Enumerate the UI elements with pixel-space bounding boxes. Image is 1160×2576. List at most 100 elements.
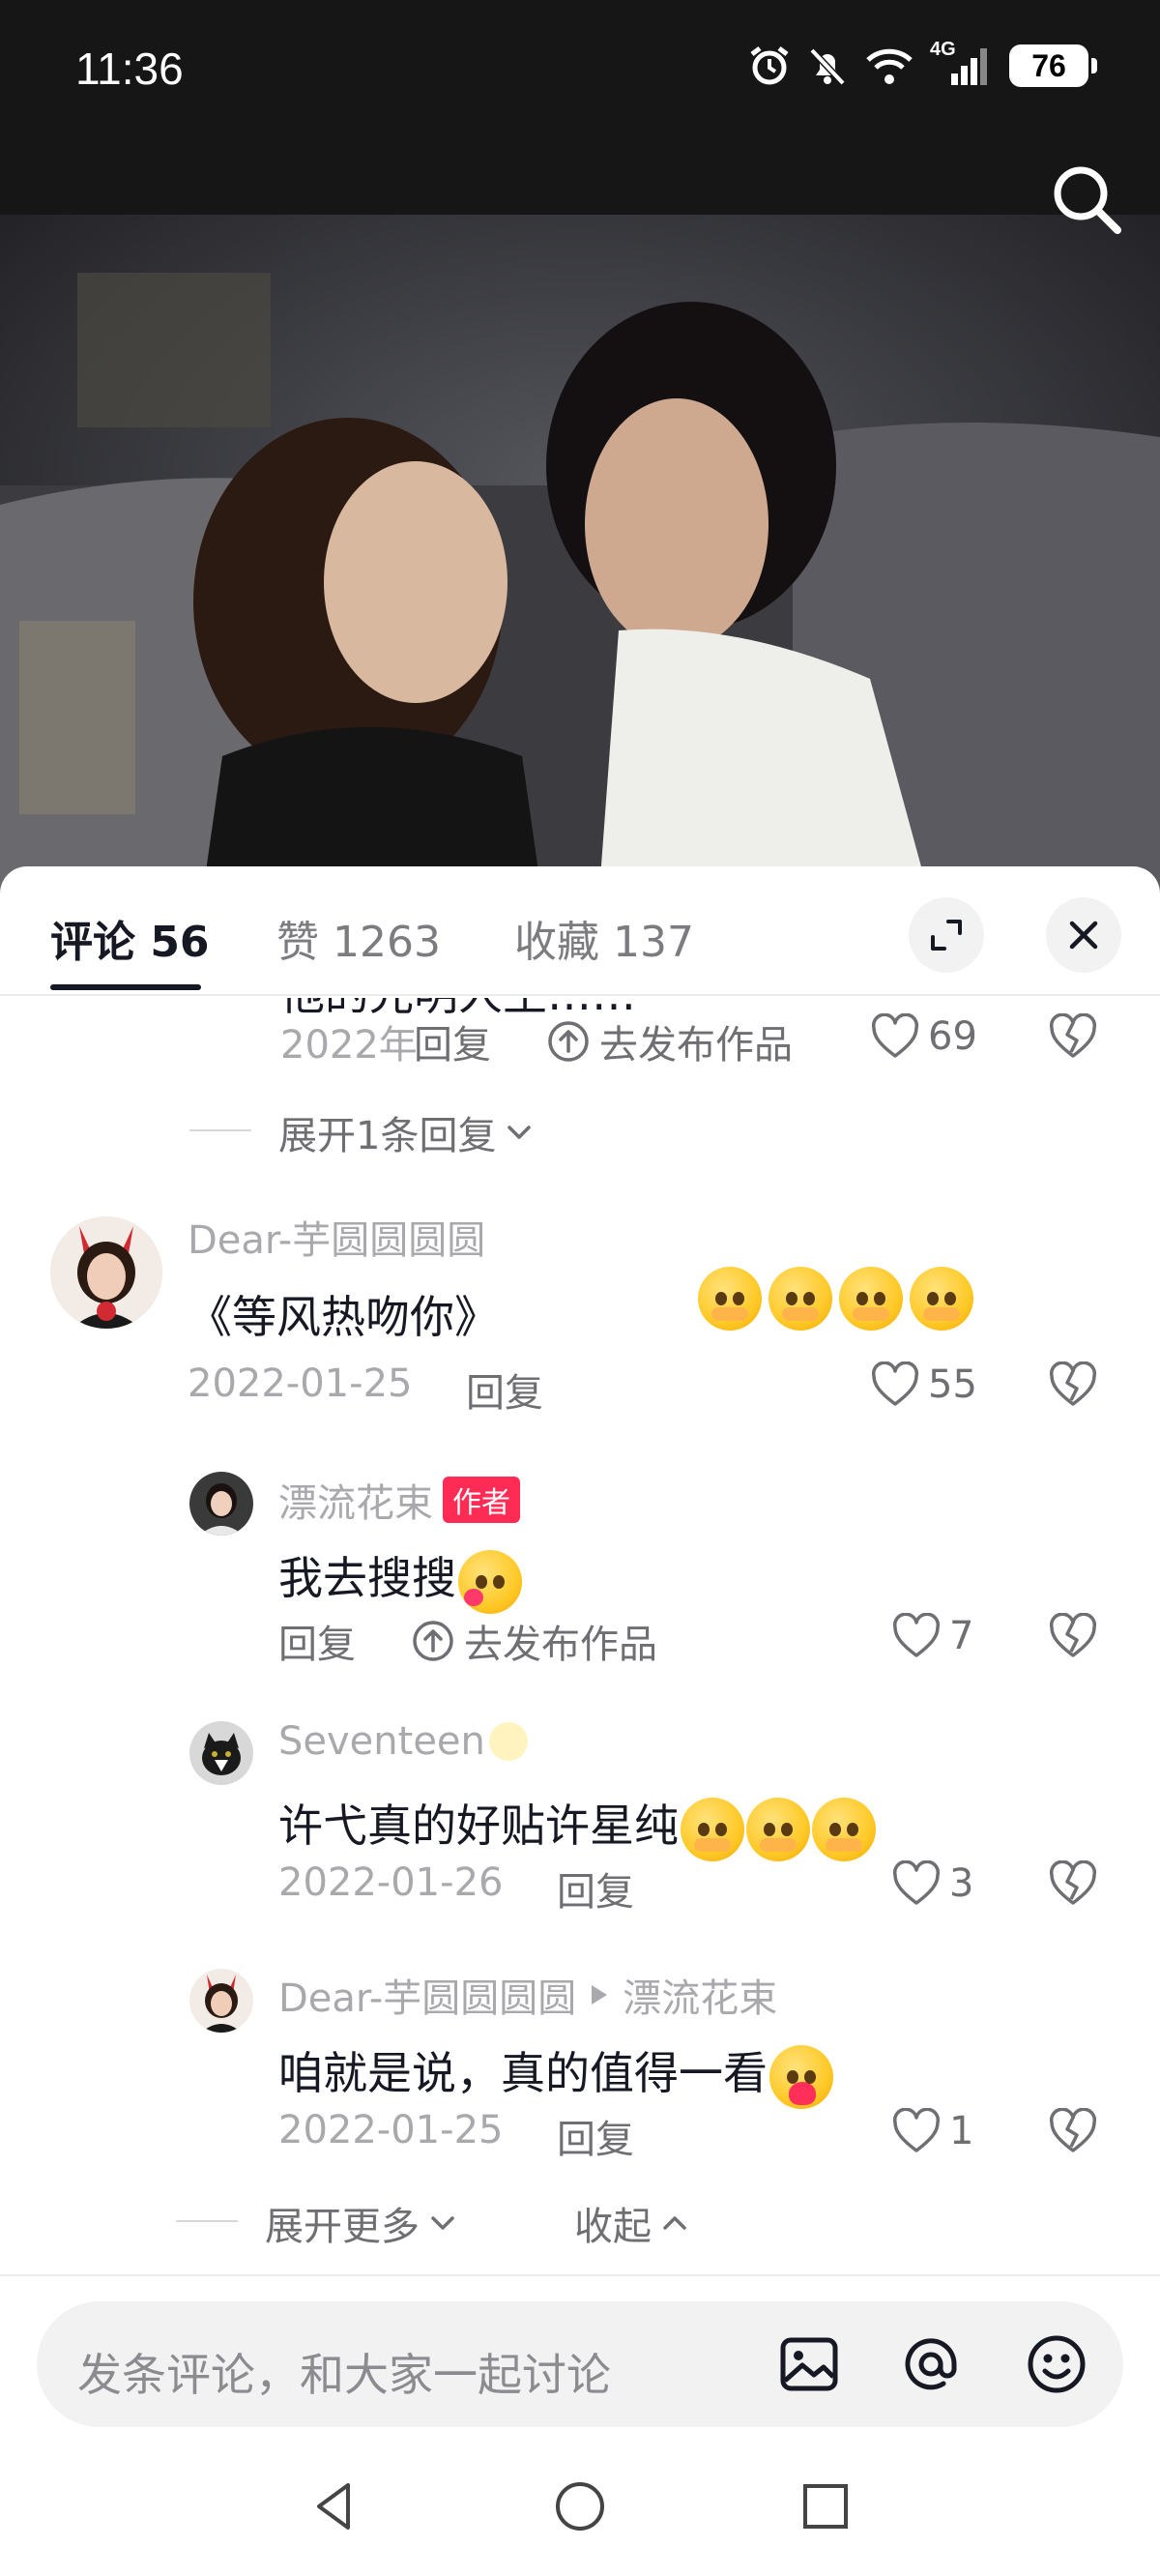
comment-input[interactable]: 发条评论，和大家一起讨论 [37,2301,1123,2427]
status-time: 11:36 [75,44,184,94]
system-nav-bar [0,2437,1160,2576]
expand-replies-label: 展开1条回复 [278,1114,497,1158]
reply-text: 许弋真的好贴许星纯 [278,1791,876,1861]
thread-line [189,1129,251,1131]
like-button[interactable]: 69 [870,1013,977,1060]
home-icon[interactable] [551,2477,609,2535]
reply-text: 咱就是说，真的值得一看 [278,2038,833,2109]
expand-icon [931,920,962,951]
publish-work-button[interactable]: 去发布作品 [547,1013,793,1069]
reply-text-content: 许弋真的好贴许星纯 [278,1800,679,1852]
status-bar: 11:36 4G 76 [0,0,1160,215]
like-count: 69 [928,1014,977,1059]
like-button[interactable]: 7 [891,1613,973,1659]
tab-comments[interactable]: 评论 56 [50,907,210,969]
like-button[interactable]: 55 [870,1361,977,1408]
crying-emoji-group [696,1267,974,1331]
reply-button[interactable]: 回复 [278,1613,356,1669]
close-button[interactable] [1046,897,1121,973]
collapse-button[interactable]: 收起 [574,2195,690,2251]
mention-button[interactable] [897,2330,965,2398]
dislike-icon[interactable] [1048,1860,1098,1907]
mute-bell-icon [809,47,846,86]
avatar[interactable] [189,1721,253,1785]
battery-indicator: 76 [1009,44,1097,87]
thread-line [176,2220,238,2222]
chevron-down-icon [431,2216,454,2230]
comment-text: 《等风热吻你》 [188,1291,499,1343]
comment-date: 2022-01-25 [188,1361,413,1406]
reply-username[interactable]: 漂流花束 作者 [278,1472,520,1528]
pleading-face-emoji [681,1797,744,1861]
back-icon[interactable] [305,2477,363,2535]
heart-face-emoji [769,2044,833,2109]
close-icon [1069,921,1098,950]
reply-username[interactable]: Dear-芋圆圆圆圆 漂流花束 [278,1967,777,2023]
tab-likes[interactable]: 赞 1263 [276,907,441,969]
avatar-image [50,1216,162,1329]
dislike-icon[interactable] [1048,1361,1098,1408]
expand-button[interactable] [909,897,984,973]
play-arrow-icon [592,1985,608,2005]
reply-text: 我去搜搜 [278,1543,522,1614]
recents-icon[interactable] [797,2477,855,2535]
avatar[interactable] [189,1969,253,2033]
avatar-image [189,1969,253,2033]
kiss-emoji [458,1549,522,1614]
heart-icon [892,2108,941,2152]
dislike-icon[interactable] [1048,1613,1098,1659]
publish-work-label: 去发布作品 [599,1023,793,1068]
reply-username-text: 漂流花束 [278,1481,433,1526]
reply-button[interactable]: 回复 [557,2108,634,2164]
like-count: 7 [949,1614,974,1658]
reply-button[interactable]: 回复 [557,1860,634,1917]
collapse-label: 收起 [574,2205,652,2249]
like-count: 1 [949,2109,974,2153]
heart-icon [871,1361,919,1406]
heart-icon [892,1860,941,1905]
reply-button[interactable]: 回复 [414,1013,491,1069]
image-button[interactable] [775,2330,843,2398]
video-frame[interactable] [0,215,1160,892]
reply-username-text: Seventeen [278,1719,485,1764]
status-icons: 4G 76 [748,39,1097,87]
image-icon [780,2337,838,2391]
emoji-button[interactable] [1023,2330,1090,2398]
like-button[interactable]: 3 [891,1860,973,1907]
search-button[interactable] [1048,161,1125,238]
dislike-icon[interactable] [1048,1013,1098,1060]
pleading-face-emoji [768,1267,833,1331]
like-button[interactable]: 1 [891,2108,973,2154]
pleading-face-emoji [698,1267,762,1331]
tab-favorites[interactable]: 收藏 137 [514,907,694,969]
comment-username[interactable]: Dear-芋圆圆圆圆 [188,1209,485,1265]
author-badge: 作者 [443,1477,520,1523]
avatar-image [189,1721,253,1785]
heart-icon [892,1613,941,1657]
search-icon [1054,166,1121,234]
heart-icon [871,1013,919,1058]
comment-list[interactable]: 他的光明人生…… 2022年 回复 去发布作品 69 展开1条回复 [0,998,1160,2274]
publish-work-label: 去发布作品 [464,1623,657,1667]
avatar[interactable] [50,1216,162,1329]
pleading-face-emoji [910,1267,974,1331]
like-count: 55 [928,1362,977,1407]
reply-to-username[interactable]: 漂流花束 [623,1967,777,2023]
reply-text-content: 我去搜搜 [278,1552,456,1604]
expand-more-button[interactable]: 展开更多 [265,2195,458,2251]
pleading-face-emoji [839,1267,904,1331]
expand-replies-button[interactable]: 展开1条回复 [278,1104,535,1160]
pleading-face-emoji [746,1797,810,1861]
dislike-icon[interactable] [1048,2108,1098,2154]
avatar[interactable] [189,1472,253,1536]
comment-date: 2022年 [280,1023,418,1068]
cellular-signal-icon: 4G [930,39,994,87]
reply-username[interactable]: Seventeen [278,1719,528,1764]
alarm-icon [750,46,789,85]
moon-emoji [488,1722,528,1761]
reply-button[interactable]: 回复 [466,1361,543,1418]
upload-circle-icon [413,1621,453,1661]
upload-circle-icon [548,1021,589,1062]
expand-more-label: 展开更多 [265,2205,420,2249]
publish-work-button[interactable]: 去发布作品 [412,1613,657,1669]
